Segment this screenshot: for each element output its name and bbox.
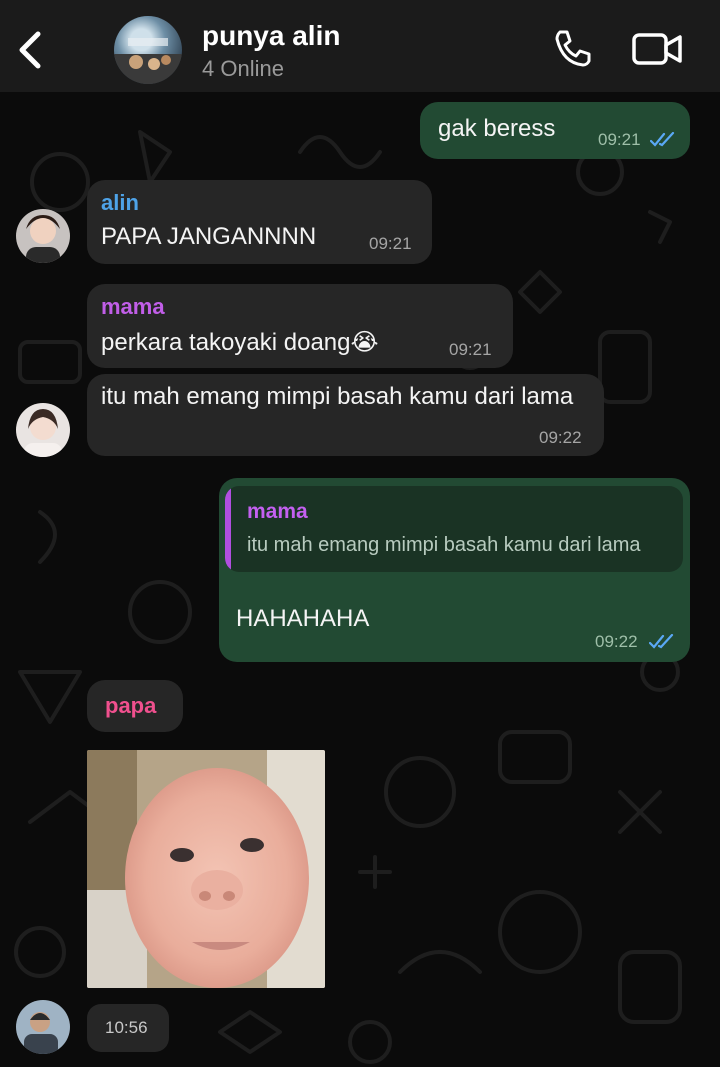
quoted-reply[interactable]: mama itu mah emang mimpi basah kamu dari… [225,486,683,572]
avatar-photo [16,1000,70,1054]
group-title[interactable]: punya alin [202,20,340,52]
message-time: 10:56 [105,1018,148,1037]
message-bubble-outgoing[interactable]: mama itu mah emang mimpi basah kamu dari… [219,478,690,662]
avatar-alin[interactable] [16,209,70,263]
message-bubble-incoming[interactable]: alin PAPA JANGANNNN 09:21 [87,180,432,264]
group-photo [114,38,182,84]
reply-sender-name: mama [247,500,308,523]
message-bubble-outgoing[interactable]: gak beress 09:21 [420,102,690,159]
sender-name: papa [105,693,157,718]
sender-name: alin [101,190,139,215]
message-list[interactable]: gak beress 09:21 alin PAPA JANGANNNN 09:… [0,92,720,1067]
message-bubble-incoming[interactable]: mama perkara takoyaki doang😭 09:21 [87,284,513,368]
message-text: HAHAHAHA [236,605,370,632]
sender-name: mama [101,294,165,319]
double-check-icon [650,132,675,147]
message-text: gak beress [438,115,556,142]
reply-text: itu mah emang mimpi basah kamu dari lama [247,534,641,556]
avatar-mama[interactable] [16,403,70,457]
message-time: 09:21 [369,234,412,253]
avatar-papa[interactable] [16,1000,70,1054]
photo-time-badge: 10:56 [87,1004,169,1052]
message-time: 09:22 [595,632,638,651]
baby-photo [87,750,325,988]
group-avatar[interactable] [114,16,182,84]
phone-icon [555,30,591,67]
avatar-photo [16,209,70,263]
chat-header: punya alin 4 Online [0,0,720,92]
double-check-icon [649,634,674,649]
message-bubble-incoming[interactable]: itu mah emang mimpi basah kamu dari lama… [87,374,604,456]
message-time: 09:21 [598,130,641,149]
photo-message[interactable] [87,750,325,988]
message-text: perkara takoyaki doang😭 [101,329,379,356]
chevron-left-icon [19,31,41,69]
back-button[interactable] [14,26,48,74]
message-text: itu mah emang mimpi basah kamu dari lama [101,383,574,410]
sender-name-tag: papa [87,680,183,732]
message-text: PAPA JANGANNNN [101,223,317,250]
online-status: 4 Online [202,56,284,81]
message-time: 09:22 [539,428,582,447]
voice-call-button[interactable] [552,28,592,68]
reply-accent-bar [225,486,231,572]
video-camera-icon [632,33,682,65]
avatar-photo [16,403,70,457]
video-call-button[interactable] [632,30,684,68]
message-time: 09:21 [449,340,492,359]
